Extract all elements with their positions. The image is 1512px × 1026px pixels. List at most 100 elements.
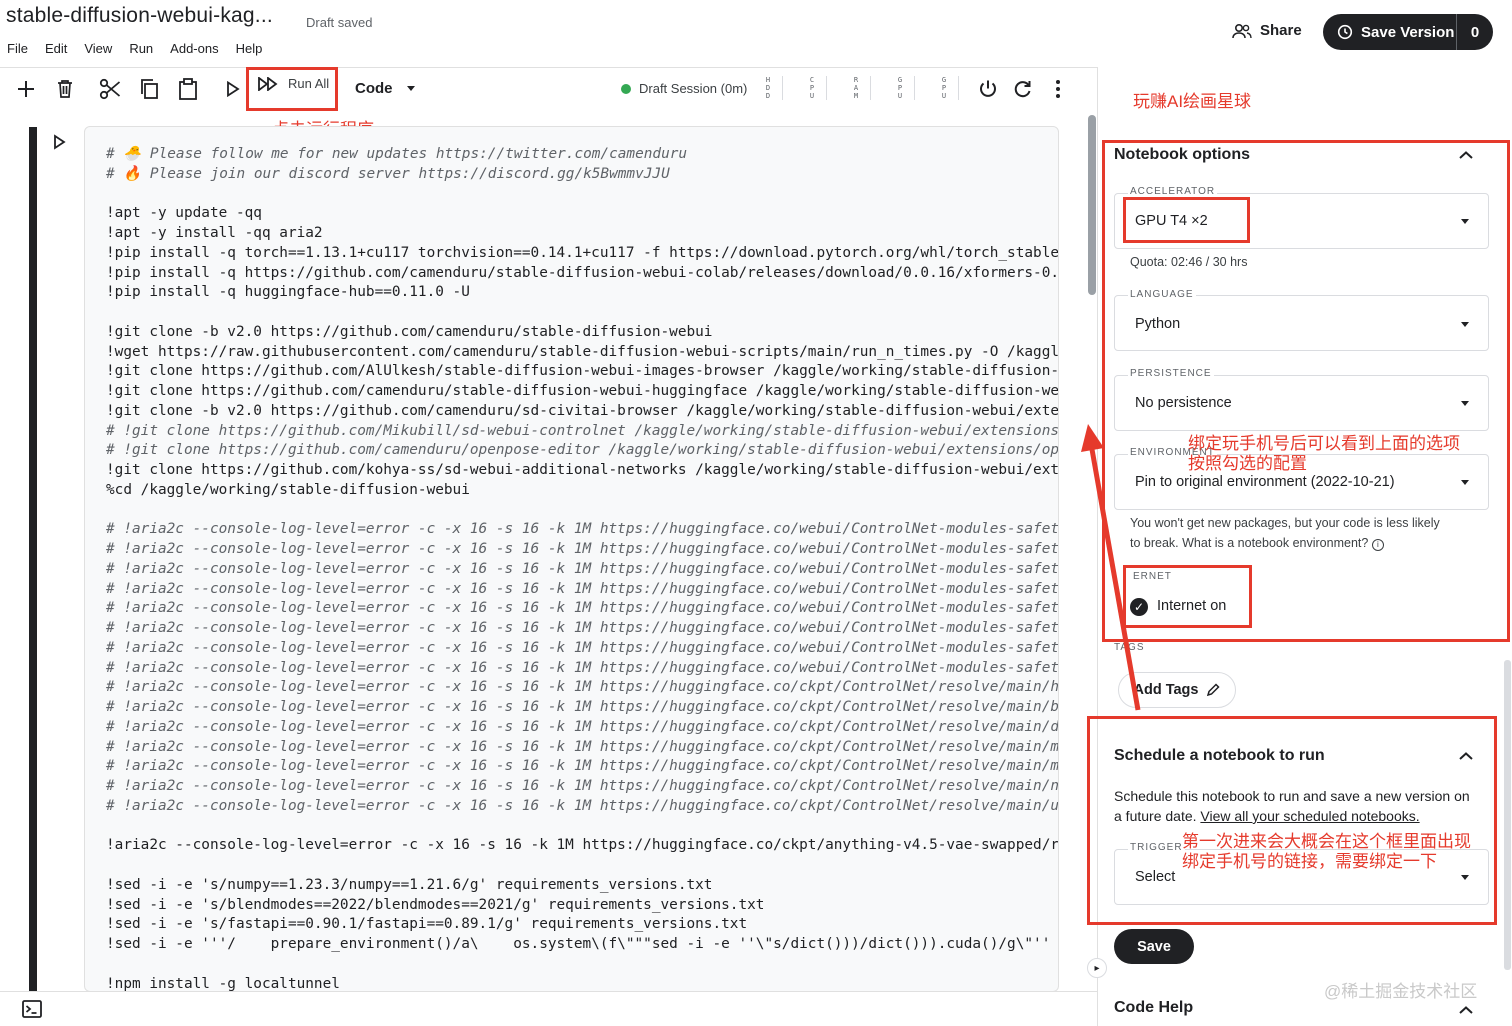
run-cell-icon[interactable] xyxy=(220,76,246,102)
menu-item-edit[interactable]: Edit xyxy=(45,41,67,56)
header-divider xyxy=(0,67,1097,68)
resource-meter-bar xyxy=(870,76,871,100)
code-line: !aria2c --console-log-level=error -c -x … xyxy=(106,837,1059,854)
save-version-label: Save Version xyxy=(1361,23,1455,41)
session-active-dot xyxy=(621,83,631,94)
code-line: !pip install -q torch==1.13.1+cu117 torc… xyxy=(106,244,1059,261)
code-line: !apt -y install -qq aria2 xyxy=(106,225,323,241)
code-line: !sed -i -e 's/blendmodes==2022/blendmode… xyxy=(106,896,765,913)
cell-type-dropdown[interactable]: Code xyxy=(355,80,415,97)
code-comment-line: # !aria2c --console-log-level=error -c -… xyxy=(106,778,1059,794)
code-comment-line: # !aria2c --console-log-level=error -c -… xyxy=(106,541,1059,557)
delete-icon[interactable] xyxy=(52,76,78,102)
code-comment-line: # !aria2c --console-log-level=error -c -… xyxy=(106,718,1059,735)
code-comment-line: # !git clone https://github.com/Mikubill… xyxy=(106,422,1059,439)
paste-icon[interactable] xyxy=(175,76,201,102)
code-comment-line: # 🔥 Please join our discord server https… xyxy=(106,165,670,182)
code-help-title[interactable]: Code Help xyxy=(1114,999,1193,1017)
footer-divider xyxy=(0,991,1097,992)
code-line: !git clone -b v2.0 https://github.com/ca… xyxy=(106,323,713,340)
code-comment-line: # !aria2c --console-log-level=error -c -… xyxy=(106,580,1059,597)
menu-item-add-ons[interactable]: Add-ons xyxy=(170,41,218,56)
restart-icon[interactable] xyxy=(1010,76,1036,102)
code-comment-line: # !aria2c --console-log-level=error -c -… xyxy=(106,620,1059,636)
code-help-chevron-icon[interactable] xyxy=(1459,1006,1473,1014)
annotation-arrow xyxy=(1081,424,1141,711)
menu-item-run[interactable]: Run xyxy=(129,41,153,56)
menu-bar: File Edit View Run Add-ons Help xyxy=(7,41,279,56)
code-comment-line: # !aria2c --console-log-level=error -c -… xyxy=(106,600,1059,617)
code-line: !sed -i -e 's/numpy==1.23.3/numpy==1.21.… xyxy=(106,876,713,893)
code-line: !apt -y update -qq xyxy=(106,205,262,222)
editor-scrollbar[interactable] xyxy=(1088,115,1096,295)
session-status[interactable]: Draft Session (0m) xyxy=(621,81,747,96)
code-comment-line: # !aria2c --console-log-level=error -c -… xyxy=(106,758,1059,775)
menu-item-file[interactable]: File xyxy=(7,41,28,56)
console-icon[interactable] xyxy=(22,1000,42,1023)
power-icon[interactable] xyxy=(975,76,1001,102)
resource-meter-bar xyxy=(958,76,959,100)
active-cell-indicator xyxy=(29,127,37,991)
code-line: !git clone https://github.com/kohya-ss/s… xyxy=(106,462,1059,478)
code-comment-line: # !aria2c --console-log-level=error -c -… xyxy=(106,679,1059,696)
resource-meter-gpu[interactable]: GPU xyxy=(896,76,904,100)
save-schedule-button[interactable]: Save xyxy=(1114,929,1194,964)
cell-run-icon[interactable] xyxy=(53,134,67,155)
people-icon xyxy=(1232,23,1252,38)
menu-item-view[interactable]: View xyxy=(84,41,112,56)
schedule-highlight-box xyxy=(1087,716,1497,925)
chevron-right-icon: ▸ xyxy=(1094,962,1100,974)
menu-item-help[interactable]: Help xyxy=(236,41,263,56)
code-comment-line: # !aria2c --console-log-level=error -c -… xyxy=(106,560,1059,577)
chevron-down-icon xyxy=(406,86,415,91)
resource-meter-gpu[interactable]: GPU xyxy=(940,76,948,100)
resource-meter-bar xyxy=(782,76,783,100)
watermark: @稀土掘金技术社区 xyxy=(1324,982,1478,1001)
panel-scrollbar[interactable] xyxy=(1504,660,1511,970)
code-cell-editor[interactable]: # 🐣 Please follow me for new updates htt… xyxy=(84,126,1059,992)
resource-meter-cpu[interactable]: CPU xyxy=(808,76,816,100)
schedule-annotation: 第一次进来会大概会在这个框里面出现 绑定手机号的链接，需要绑定一下 xyxy=(1182,832,1471,872)
bind-phone-annotation: 绑定玩手机号后可以看到上面的选项 按照勾选的配置 xyxy=(1188,434,1460,474)
code-line: !npm install -g localtunnel xyxy=(106,975,340,992)
code-comment-line: # 🐣 Please follow me for new updates htt… xyxy=(106,146,688,162)
code-comment-line: # !aria2c --console-log-level=error -c -… xyxy=(106,521,1059,538)
add-cell-icon[interactable] xyxy=(13,76,39,102)
resource-meter-bar xyxy=(826,76,827,100)
code-lines: # 🐣 Please follow me for new updates htt… xyxy=(106,145,1059,992)
code-comment-line: # !git clone https://github.com/camendur… xyxy=(106,442,1059,459)
pencil-icon xyxy=(1207,683,1221,697)
copy-icon[interactable] xyxy=(136,76,162,102)
collapse-panel-button[interactable]: ▸ xyxy=(1087,958,1107,978)
more-vert-icon[interactable] xyxy=(1045,76,1071,102)
resource-meter-hdd[interactable]: HDD xyxy=(764,76,772,100)
code-line: !sed -i -e 's/fastapi==0.90.1/fastapi==0… xyxy=(106,916,748,933)
bind-hint-line2: 按照勾选的配置 xyxy=(1188,454,1307,473)
cut-icon[interactable] xyxy=(97,76,123,102)
resource-meter-ram[interactable]: RAM xyxy=(852,76,860,100)
code-line: !pip install -q huggingface-hub==0.11.0 … xyxy=(106,284,470,301)
code-comment-line: # !aria2c --console-log-level=error -c -… xyxy=(106,699,1059,715)
code-comment-line: # !aria2c --console-log-level=error -c -… xyxy=(106,797,1059,814)
code-line: !pip install -q https://github.com/camen… xyxy=(106,264,1059,281)
version-count: 0 xyxy=(1470,23,1480,41)
notebook-title[interactable]: stable-diffusion-webui-kag... xyxy=(6,4,273,28)
share-label: Share xyxy=(1260,22,1302,39)
code-comment-line: # !aria2c --console-log-level=error -c -… xyxy=(106,639,1059,656)
code-line: !git clone https://github.com/AlUlkesh/s… xyxy=(106,363,1059,380)
code-line: !git clone -b v2.0 https://github.com/ca… xyxy=(106,402,1059,419)
share-button[interactable]: Share xyxy=(1232,22,1302,39)
save-version-button[interactable]: Save Version 0 xyxy=(1323,14,1493,50)
bind-hint-line1: 绑定玩手机号后可以看到上面的选项 xyxy=(1188,434,1460,453)
run-all-highlight-box xyxy=(246,67,338,111)
schedule-hint-line1: 第一次进来会大概会在这个框里面出现 xyxy=(1182,832,1471,851)
code-comment-line: # !aria2c --console-log-level=error -c -… xyxy=(106,738,1059,755)
draft-status: Draft saved xyxy=(306,15,373,30)
planet-annotation: 玩赚AI绘画星球 xyxy=(1133,92,1252,111)
resource-meter-bar xyxy=(914,76,915,100)
code-line: %cd /kaggle/working/stable-diffusion-web… xyxy=(106,481,470,498)
